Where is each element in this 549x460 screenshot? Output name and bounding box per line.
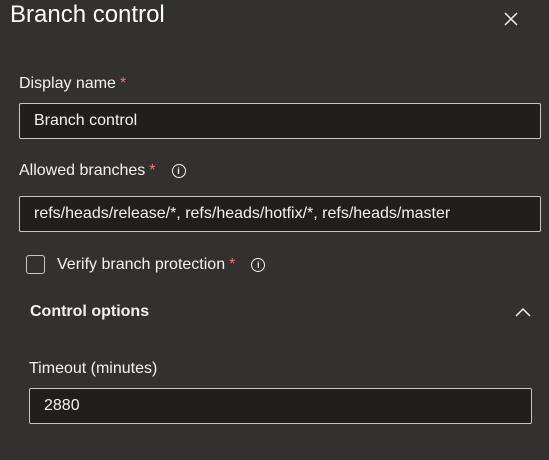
timeout-input[interactable] [29, 388, 532, 424]
allowed-branches-input[interactable] [19, 196, 541, 232]
display-name-input[interactable] [19, 103, 541, 139]
close-icon[interactable] [500, 8, 522, 30]
verify-branch-protection-checkbox[interactable] [26, 255, 45, 274]
info-icon[interactable]: i [171, 164, 186, 178]
info-icon[interactable]: i [251, 258, 266, 272]
chevron-up-icon[interactable] [513, 305, 533, 319]
required-asterisk: * [119, 75, 127, 92]
verify-branch-protection-text: Verify branch protection [57, 256, 226, 273]
allowed-branches-label: Allowed branches * i [19, 162, 186, 180]
required-asterisk: * [149, 162, 156, 179]
allowed-branches-label-text: Allowed branches [19, 162, 146, 179]
panel-title: Branch control [10, 1, 165, 28]
display-name-label: Display name * [19, 75, 126, 93]
verify-branch-protection-label: Verify branch protection * i [57, 256, 266, 274]
control-options-header[interactable]: Control options [30, 303, 149, 321]
timeout-label: Timeout (minutes) [29, 360, 158, 377]
display-name-label-text: Display name [19, 75, 116, 92]
required-asterisk: * [229, 256, 236, 273]
